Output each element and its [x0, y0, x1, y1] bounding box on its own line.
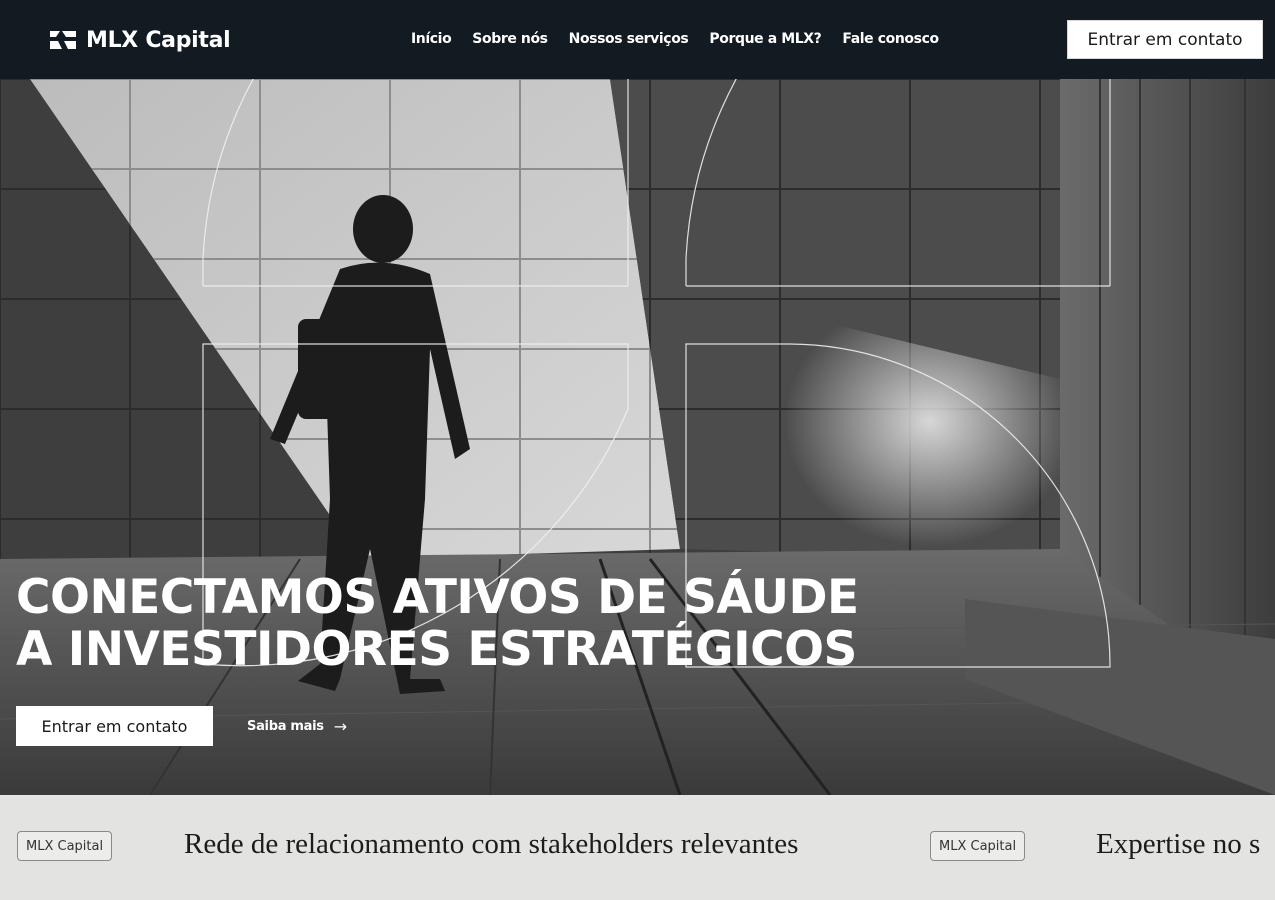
hero-contact-button[interactable]: Entrar em contato [16, 706, 213, 746]
brand-name: MLX Capital [86, 27, 231, 53]
hero-background-image [0, 79, 1275, 795]
header-contact-button[interactable]: Entrar em contato [1067, 20, 1263, 59]
marquee-text: Rede de relacionamento com stakeholders … [184, 828, 799, 860]
nav-link-nossos-servicos[interactable]: Nossos serviços [569, 31, 689, 47]
brand-logo[interactable]: MLX Capital [48, 26, 231, 54]
nav-link-sobre-nos[interactable]: Sobre nós [472, 31, 548, 47]
learn-more-link[interactable]: Saiba mais → [247, 717, 347, 736]
marquee-band: MLX Capital Rede de relacionamento com s… [0, 795, 1275, 900]
hero-section: CONECTAMOS ATIVOS DE SÁUDE A INVESTIDORE… [0, 79, 1275, 795]
hero-headline-line-2: A INVESTIDORES ESTRATÉGICOS [16, 622, 857, 677]
arrow-right-icon: → [333, 717, 347, 736]
marquee-text: Expertise no s [1096, 828, 1261, 860]
mlx-logo-icon [50, 31, 76, 49]
marquee-tag: MLX Capital [17, 831, 113, 861]
main-nav: Início Sobre nós Nossos serviços Porque … [411, 31, 939, 47]
nav-link-porque-mlx[interactable]: Porque a MLX? [709, 31, 821, 47]
hero-headline-line-1: CONECTAMOS ATIVOS DE SÁUDE [16, 570, 859, 625]
top-navigation-bar: MLX Capital Início Sobre nós Nossos serv… [0, 0, 1275, 79]
nav-link-inicio[interactable]: Início [411, 31, 452, 47]
hero-headline: CONECTAMOS ATIVOS DE SÁUDE A INVESTIDORE… [16, 572, 916, 676]
learn-more-label: Saiba mais [247, 719, 324, 734]
nav-link-fale-conosco[interactable]: Fale conosco [842, 31, 939, 47]
marquee-tag: MLX Capital [930, 831, 1026, 861]
